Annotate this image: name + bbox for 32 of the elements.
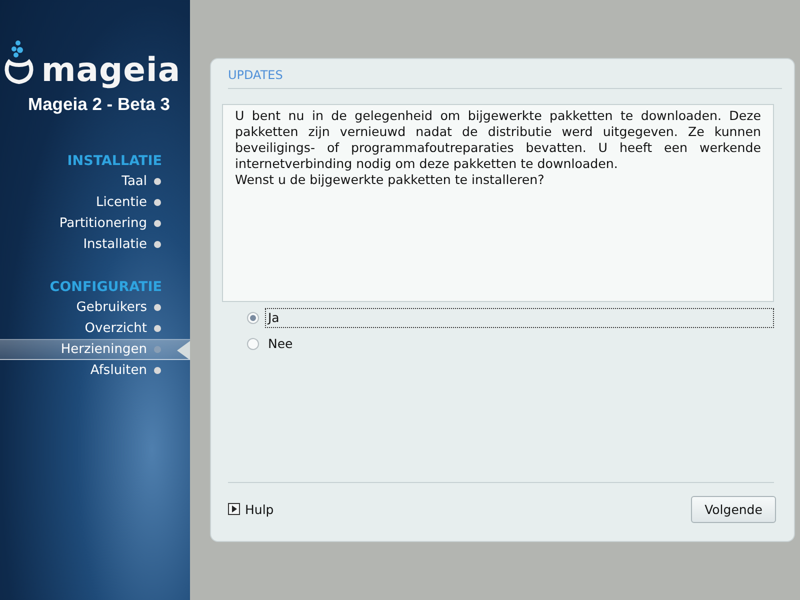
step-dot-icon bbox=[154, 178, 161, 185]
option-label[interactable]: Nee bbox=[265, 334, 774, 354]
version-label: Mageia 2 - Beta 3 bbox=[27, 94, 171, 115]
option-label[interactable]: Ja bbox=[265, 308, 774, 328]
message-text: Wenst u de bijgewerkte pakketten te installeren? bbox=[235, 172, 546, 188]
step-dot-icon bbox=[154, 367, 161, 374]
step-item: Herzieningen bbox=[0, 339, 190, 360]
radio-button[interactable] bbox=[247, 312, 259, 324]
pointer-icon bbox=[176, 340, 190, 361]
section-heading: INSTALLATIE bbox=[66, 152, 163, 171]
step-dot-icon bbox=[154, 346, 161, 353]
step-dot-icon bbox=[154, 304, 161, 311]
step-dot-icon bbox=[154, 220, 161, 227]
help-button[interactable]: Hulp bbox=[228, 502, 274, 516]
panel-title: UPDATES bbox=[228, 68, 782, 89]
message-text: U bent nu in de gelegenheid om bijgewerkte pakketten te downloaden. Deze pakketten zijn vernieuwd nadat de distributie werd uitgegeven. Ze kunnen beveiligings- of programmafoutreparaties bevatten. U heeft een werkende internetverbinding nodig om deze pakketten te downloaden. bbox=[235, 108, 761, 172]
step-dot-icon bbox=[154, 199, 161, 206]
step-item: Overzicht bbox=[0, 318, 190, 339]
expander-icon bbox=[228, 503, 240, 515]
step-item: Gebruikers bbox=[0, 297, 190, 318]
step-dot-icon bbox=[154, 325, 161, 332]
next-button[interactable]: Volgende bbox=[691, 496, 776, 522]
logo-icon bbox=[3, 40, 36, 86]
step-item: Licentie bbox=[0, 192, 190, 213]
step-item: Partitionering bbox=[0, 213, 190, 234]
radio-button[interactable] bbox=[247, 338, 259, 350]
section-heading: CONFIGURATIE bbox=[48, 278, 163, 297]
step-item: Installatie bbox=[0, 234, 190, 255]
step-item: Afsluiten bbox=[0, 360, 190, 381]
step-dot-icon bbox=[154, 241, 161, 248]
logo-text: mageia bbox=[41, 53, 181, 86]
step-item: Taal bbox=[0, 171, 190, 192]
